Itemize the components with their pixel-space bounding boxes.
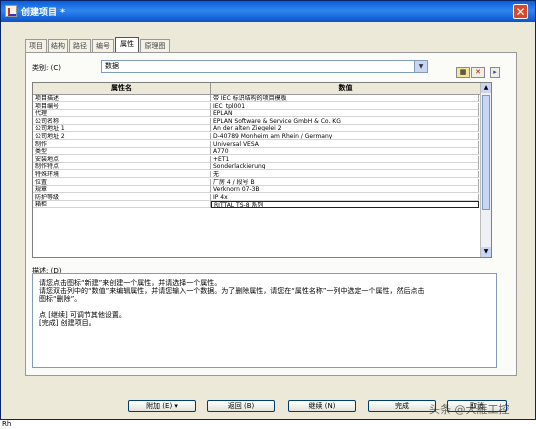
description-line: 图标“删除”。: [39, 295, 82, 303]
property-name-cell[interactable]: 特殊环境: [33, 171, 211, 178]
new-property-icon: ▦: [459, 68, 467, 76]
property-value-cell[interactable]: EPLAN: [211, 110, 479, 118]
property-value-cell[interactable]: RITTAL TS-8 系列: [211, 201, 479, 209]
property-value-cell[interactable]: Universal VESA: [211, 140, 479, 148]
property-value-cell[interactable]: IEC_tpl001: [211, 102, 479, 110]
table-row[interactable]: 箱柜 RITTAL TS-8 系列: [33, 201, 491, 209]
table-row[interactable]: 制作特点 Sonderlackierung: [33, 163, 491, 171]
property-name-cell[interactable]: 项目编号: [33, 102, 211, 110]
table-row[interactable]: 制作 Universal VESA: [33, 140, 491, 148]
back-button[interactable]: 返回 (B): [207, 400, 275, 412]
table-row[interactable]: 规章 Verknorn 07-3B: [33, 186, 491, 194]
property-name-cell[interactable]: 箱柜: [33, 201, 211, 209]
app-icon: [5, 5, 17, 17]
property-name-cell[interactable]: 公司地址 2: [33, 133, 211, 140]
properties-table: 属性名 数值 项目描述带 IEC 标识结构的项目模板 项目编号 IEC_tpl001…: [32, 82, 492, 258]
table-row[interactable]: 公司地址 1 An der alten Ziegelei 2: [33, 125, 491, 133]
window-title: 创建项目 *: [21, 8, 65, 18]
description-line: 请您双击列中的“数值”来编辑属性，并请您输入一个数据。为了删除属性，请您在“属性…: [39, 287, 425, 295]
scroll-up-icon[interactable]: ▲: [481, 83, 491, 93]
property-name-cell[interactable]: 防护等级: [33, 193, 211, 201]
scroll-down-icon[interactable]: ▼: [481, 247, 491, 257]
continue-button-label: 继续 (N): [308, 402, 336, 410]
delete-icon: ✕: [475, 68, 481, 76]
property-value-cell[interactable]: 带 IEC 标识结构的项目模板: [211, 95, 479, 102]
column-header-property-name[interactable]: 属性名: [33, 83, 211, 95]
table-row[interactable]: 项目编号 IEC_tpl001: [33, 102, 491, 110]
property-value-cell[interactable]: Sonderlackierung: [211, 163, 479, 171]
property-value-cell[interactable]: EPLAN Software & Service GmbH & Co. KG: [211, 117, 479, 125]
add-button[interactable]: 附加 (E) ▾: [128, 400, 196, 412]
finish-button[interactable]: 完成: [368, 400, 436, 412]
new-property-button[interactable]: ▦: [456, 67, 470, 78]
tab-structure[interactable]: 结构: [48, 39, 68, 52]
vertical-scrollbar[interactable]: ▲ ▼: [480, 83, 491, 257]
property-name-cell[interactable]: 类型: [33, 148, 211, 156]
description-line: [39, 303, 490, 311]
property-value-cell[interactable]: D-40789 Monheim am Rhein / Germany: [211, 133, 479, 140]
table-row[interactable]: 公司地址 2 D-40789 Monheim am Rhein / Germany: [33, 133, 491, 140]
property-value-cell[interactable]: IP 4x: [211, 193, 479, 201]
table-row[interactable]: 安装地点 +ET1: [33, 155, 491, 163]
table-row[interactable]: 公司名称 EPLAN Software & Service GmbH & Co. …: [33, 117, 491, 125]
description-line: [完成] 创建项目。: [39, 319, 96, 327]
move-right-button[interactable]: ▸: [490, 67, 500, 78]
close-button[interactable]: ✕: [513, 4, 528, 19]
table-row[interactable]: 位置 厂房 4 / 段号 B: [33, 178, 491, 186]
table-row[interactable]: 防护等级 IP 4x: [33, 193, 491, 201]
table-row[interactable]: 代理 EPLAN: [33, 110, 491, 118]
continue-button[interactable]: 继续 (N): [288, 400, 356, 412]
column-header-value[interactable]: 数值: [211, 83, 481, 95]
property-name-cell[interactable]: 公司名称: [33, 117, 211, 125]
table-header: 属性名 数值: [33, 83, 491, 95]
property-name-cell[interactable]: 位置: [33, 178, 211, 186]
table-row[interactable]: 类型 A770: [33, 148, 491, 156]
property-name-cell[interactable]: 项目描述: [33, 95, 211, 102]
watermark-text: 头条 @大雁工控: [429, 403, 510, 416]
property-name-cell[interactable]: 公司地址 1: [33, 125, 211, 133]
tab-project[interactable]: 项目: [25, 39, 47, 52]
property-value-cell[interactable]: Verknorn 07-3B: [211, 186, 479, 194]
finish-button-label: 完成: [395, 402, 409, 410]
close-icon: ✕: [515, 5, 526, 19]
description-line: 请您点击图标“新建”来创建一个属性，并请选择一个属性。: [39, 279, 222, 287]
title-bar[interactable]: 创建项目 * ✕: [1, 1, 535, 22]
status-glyph: Rh: [2, 420, 12, 428]
property-value-cell[interactable]: A770: [211, 148, 479, 156]
property-name-cell[interactable]: 代理: [33, 110, 211, 118]
arrow-right-icon: ▸: [493, 68, 497, 76]
chevron-down-icon[interactable]: ▼: [414, 61, 427, 72]
property-value-cell[interactable]: An der alten Ziegelei 2: [211, 125, 479, 133]
category-value: 数据: [105, 62, 119, 70]
back-button-label: 返回 (B): [227, 402, 255, 410]
description-box: 请您点击图标“新建”来创建一个属性，并请选择一个属性。 请您双击列中的“数值”来编…: [32, 273, 497, 368]
property-value-cell[interactable]: +ET1: [211, 155, 479, 163]
table-row[interactable]: 特殊环境无: [33, 171, 491, 178]
category-label: 类别: (C): [32, 64, 61, 72]
property-value-cell[interactable]: 厂房 4 / 段号 B: [211, 178, 479, 186]
tab-properties[interactable]: 属性: [115, 37, 139, 52]
property-name-cell[interactable]: 规章: [33, 186, 211, 194]
create-project-dialog: 创建项目 * ✕ 项目 结构 路径 编号 属性 原理图 类别: (C) 数据 ▼…: [0, 0, 536, 420]
tab-paths[interactable]: 路径: [69, 39, 91, 52]
description-line: 点 [继续] 可调节其他设置。: [39, 311, 126, 319]
tab-numbering[interactable]: 编号: [92, 39, 114, 52]
property-name-cell[interactable]: 安装地点: [33, 155, 211, 163]
property-name-cell[interactable]: 制作: [33, 140, 211, 148]
tab-schematic[interactable]: 原理图: [140, 39, 170, 52]
scroll-thumb[interactable]: [482, 95, 490, 210]
property-value-cell[interactable]: 无: [211, 171, 479, 178]
delete-property-button[interactable]: ✕: [471, 67, 485, 78]
table-row[interactable]: 项目描述带 IEC 标识结构的项目模板: [33, 95, 491, 102]
property-name-cell[interactable]: 制作特点: [33, 163, 211, 171]
add-button-label: 附加 (E): [146, 402, 173, 410]
category-select[interactable]: 数据 ▼: [101, 60, 428, 73]
